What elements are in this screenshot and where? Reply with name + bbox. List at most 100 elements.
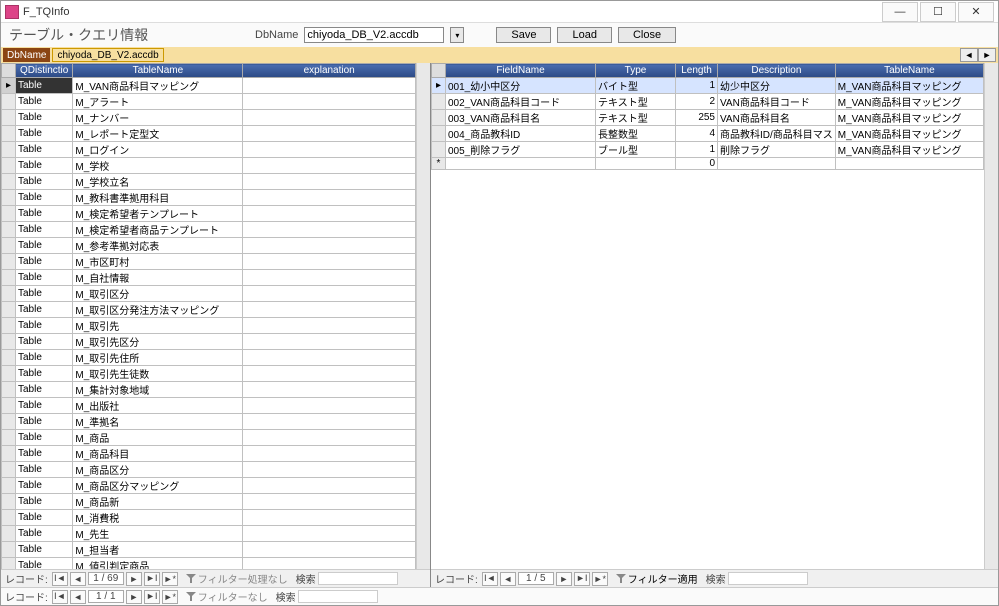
row-selector[interactable]: * [432,158,446,170]
table-row[interactable]: TableM_商品区分マッピング [2,478,416,494]
right-search-input[interactable] [728,572,808,585]
nav-next-button[interactable]: ► [126,590,142,604]
row-selector[interactable] [2,174,16,190]
bottom-search-input[interactable] [298,590,378,603]
right-scrollbar[interactable] [984,63,998,569]
table-row[interactable]: TableM_取引区分発注方法マッピング [2,302,416,318]
row-selector-header[interactable] [2,64,16,78]
row-selector[interactable] [2,542,16,558]
nav-prev-button[interactable]: ◄ [500,572,516,586]
nav-next-button[interactable]: ► [556,572,572,586]
row-selector[interactable] [2,558,16,570]
nav-position[interactable]: 1 / 1 [88,590,124,603]
table-row[interactable]: TableM_集計対象地域 [2,382,416,398]
row-selector[interactable] [2,142,16,158]
left-grid-wrapper[interactable]: QDistinctio TableName explanation ▸Table… [1,63,416,569]
row-selector[interactable] [2,430,16,446]
row-selector-header[interactable] [432,64,446,78]
table-row[interactable]: ▸001_幼小中区分バイト型1幼少中区分M_VAN商品科目マッピング [432,78,984,94]
left-scrollbar[interactable] [416,63,430,569]
table-row[interactable]: TableM_取引先区分 [2,334,416,350]
close-action-button[interactable]: Close [618,27,676,43]
col-length[interactable]: Length [676,64,718,78]
nav-position[interactable]: 1 / 5 [518,572,554,585]
table-row[interactable]: TableM_教科書準拠用科目 [2,190,416,206]
row-selector[interactable] [2,398,16,414]
table-row[interactable]: 005_削除フラグブール型1削除フラグM_VAN商品科目マッピング [432,142,984,158]
nav-first-button[interactable]: ꓲ◄ [482,572,498,586]
table-row[interactable]: TableM_取引先 [2,318,416,334]
row-selector[interactable]: ▸ [2,78,16,94]
table-row[interactable]: TableM_担当者 [2,542,416,558]
row-selector[interactable]: ▸ [432,78,446,94]
nav-next-button[interactable]: ► [126,572,142,586]
table-row[interactable]: TableM_先生 [2,526,416,542]
right-grid-wrapper[interactable]: FieldName Type Length Description TableN… [431,63,984,569]
nav-prev-button[interactable]: ◄ [70,590,86,604]
row-selector[interactable] [432,94,446,110]
dbname-dropdown-icon[interactable]: ▾ [450,27,464,43]
table-row[interactable]: TableM_学校 [2,158,416,174]
row-selector[interactable] [2,462,16,478]
table-row[interactable]: 004_商品教科ID長整数型4商品教科ID/商品科目マスM_VAN商品科目マッピ… [432,126,984,142]
row-selector[interactable] [432,142,446,158]
maximize-button[interactable]: ☐ [920,2,956,22]
table-row[interactable]: TableM_値引判定商品 [2,558,416,570]
row-selector[interactable] [432,126,446,142]
table-row[interactable]: TableM_商品科目 [2,446,416,462]
col-tablename[interactable]: TableName [73,64,243,78]
table-row[interactable]: TableM_検定希望者テンプレート [2,206,416,222]
row-selector[interactable] [2,126,16,142]
nav-first-button[interactable]: ꓲ◄ [52,590,68,604]
row-selector[interactable] [2,286,16,302]
row-selector[interactable] [2,318,16,334]
table-row[interactable]: TableM_学校立名 [2,174,416,190]
table-row[interactable]: TableM_商品 [2,430,416,446]
nav-new-button[interactable]: ►* [162,572,178,586]
dbname-prev-button[interactable]: ◄ [960,48,978,62]
row-selector[interactable] [2,158,16,174]
table-row[interactable]: TableM_検定希望者商品テンプレート [2,222,416,238]
table-row[interactable]: TableM_取引先生徒数 [2,366,416,382]
row-selector[interactable] [2,366,16,382]
table-row[interactable]: TableM_参考準拠対応表 [2,238,416,254]
save-button[interactable]: Save [496,27,551,43]
table-row[interactable]: TableM_自社情報 [2,270,416,286]
row-selector[interactable] [2,270,16,286]
minimize-button[interactable]: — [882,2,918,22]
table-row[interactable]: 002_VAN商品科目コードテキスト型2VAN商品科目コードM_VAN商品科目マ… [432,94,984,110]
nav-position[interactable]: 1 / 69 [88,572,124,585]
nav-first-button[interactable]: ꓲ◄ [52,572,68,586]
row-selector[interactable] [2,254,16,270]
row-selector[interactable] [2,94,16,110]
col-tablename[interactable]: TableName [835,64,983,78]
row-selector[interactable] [2,222,16,238]
table-row[interactable]: ▸TableM_VAN商品科目マッピング [2,78,416,94]
col-description[interactable]: Description [718,64,836,78]
nav-new-button[interactable]: ►* [592,572,608,586]
col-fieldname[interactable]: FieldName [446,64,596,78]
table-row[interactable]: TableM_消費税 [2,510,416,526]
table-row[interactable]: TableM_出版社 [2,398,416,414]
close-button[interactable]: ✕ [958,2,994,22]
row-selector[interactable] [2,510,16,526]
table-row[interactable]: TableM_商品新 [2,494,416,510]
table-row[interactable]: 003_VAN商品科目名テキスト型255VAN商品科目名M_VAN商品科目マッピ… [432,110,984,126]
row-selector[interactable] [2,350,16,366]
table-row[interactable]: TableM_市区町村 [2,254,416,270]
new-row[interactable]: *0 [432,158,984,170]
row-selector[interactable] [432,110,446,126]
table-row[interactable]: TableM_商品区分 [2,462,416,478]
nav-new-button[interactable]: ►* [162,590,178,604]
col-distinction[interactable]: QDistinctio [16,64,73,78]
dbname-input[interactable] [304,27,444,43]
row-selector[interactable] [2,526,16,542]
nav-last-button[interactable]: ►ꓲ [574,572,590,586]
left-search-input[interactable] [318,572,398,585]
col-explanation[interactable]: explanation [243,64,416,78]
row-selector[interactable] [2,238,16,254]
table-row[interactable]: TableM_ナンバー [2,110,416,126]
row-selector[interactable] [2,302,16,318]
table-row[interactable]: TableM_アラート [2,94,416,110]
row-selector[interactable] [2,190,16,206]
